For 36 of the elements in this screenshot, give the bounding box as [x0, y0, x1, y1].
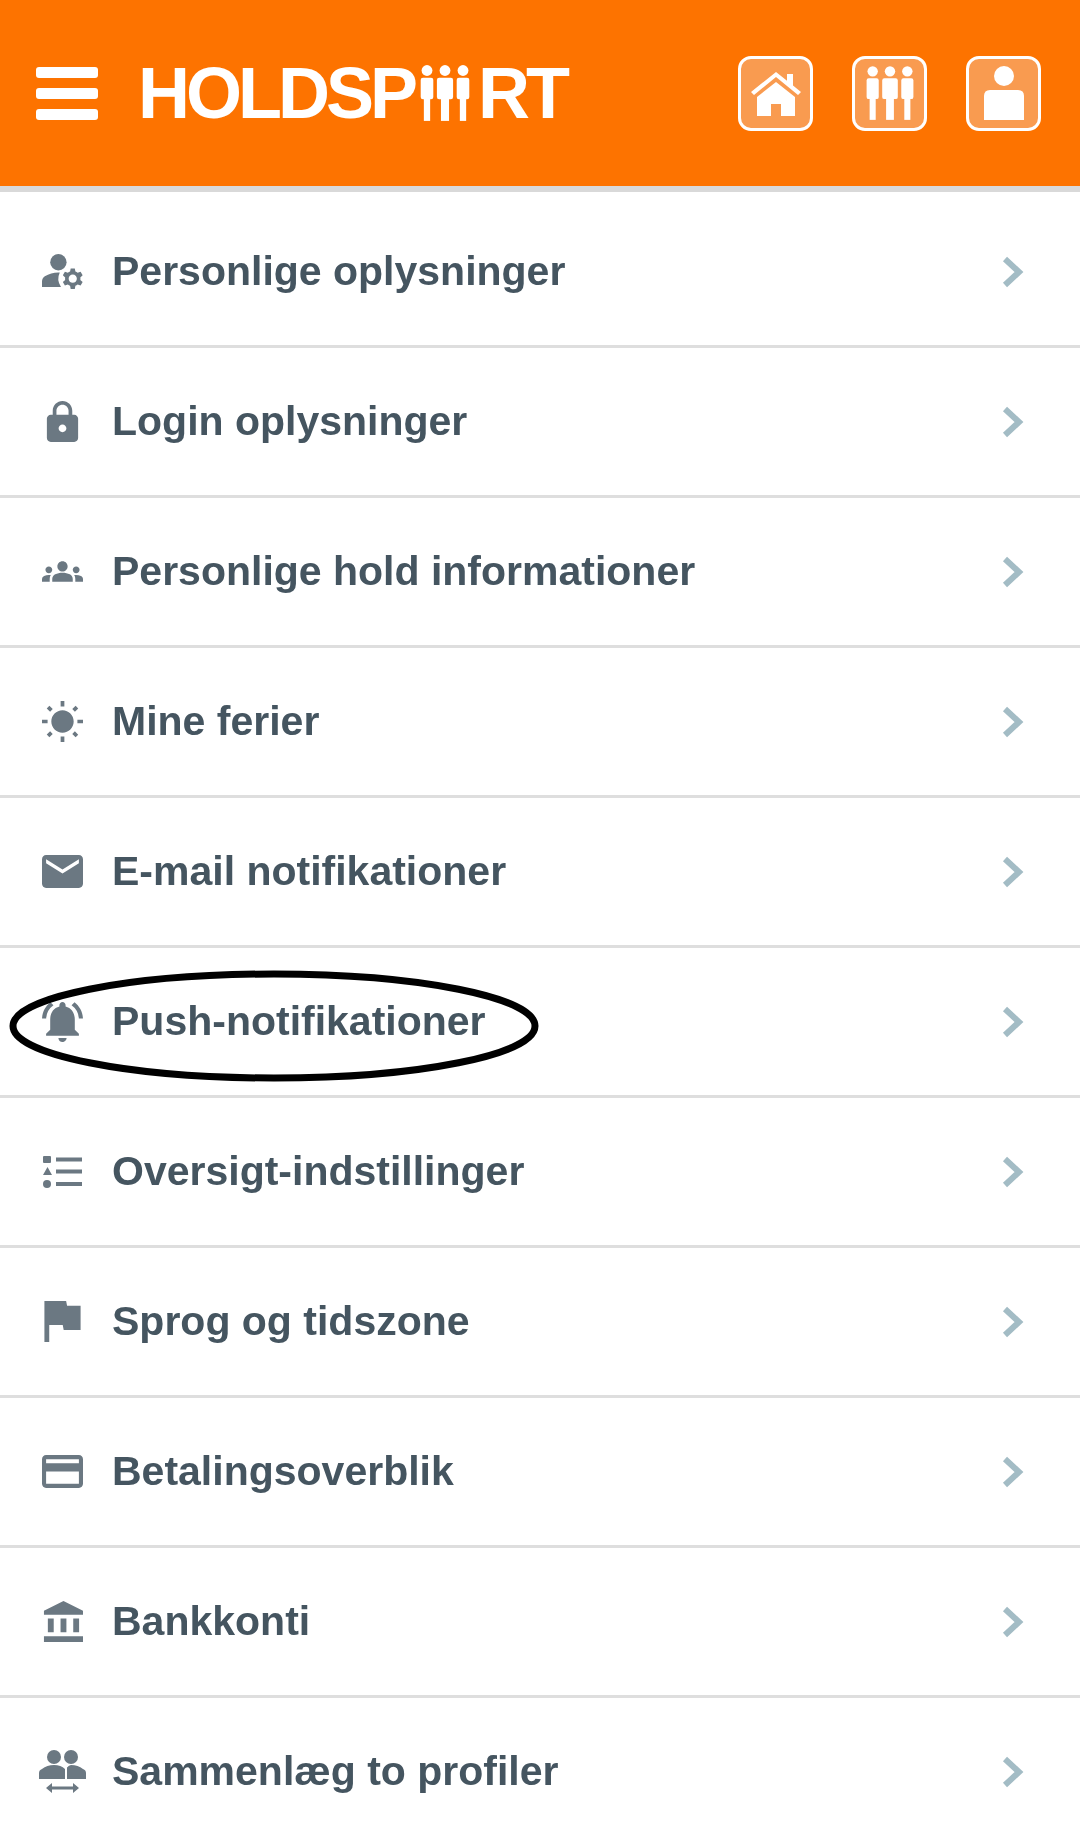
settings-menu-item[interactable]: Mine ferier	[0, 648, 1080, 798]
settings-menu-item[interactable]: Oversigt-indstillinger	[0, 1098, 1080, 1248]
chevron-right-icon	[1002, 705, 1024, 738]
person-gear-icon	[41, 251, 83, 292]
chevron-right-icon	[1002, 1005, 1024, 1038]
flag-icon	[41, 1301, 83, 1342]
chevron-right-icon	[1002, 855, 1024, 888]
chevron-right-icon	[1002, 405, 1024, 438]
chevron-right-icon	[1002, 255, 1024, 288]
settings-menu-item[interactable]: E-mail notifikationer	[0, 798, 1080, 948]
person-icon	[983, 66, 1024, 120]
settings-menu-item[interactable]: Personlige oplysninger	[0, 198, 1080, 348]
chevron-right-icon	[1002, 555, 1024, 588]
chevron-right-icon	[1002, 1755, 1024, 1788]
settings-menu-item[interactable]: Login oplysninger	[0, 348, 1080, 498]
home-button[interactable]	[738, 55, 813, 131]
bank-icon	[41, 1601, 83, 1642]
settings-menu-item[interactable]: Betalingsoverblik	[0, 1398, 1080, 1548]
list-icon	[42, 1155, 82, 1188]
settings-menu-item[interactable]: Bankkonti	[0, 1548, 1080, 1698]
profile-button[interactable]	[966, 55, 1041, 131]
settings-menu-item[interactable]: Push-notifikationer	[0, 948, 1080, 1098]
menu-icon[interactable]	[36, 66, 98, 120]
team-button[interactable]	[852, 55, 927, 131]
settings-menu-item[interactable]: Sammenlæg to profiler	[0, 1698, 1080, 1845]
people-arrows-icon	[38, 1748, 86, 1795]
settings-menu-item[interactable]: Personlige hold informationer	[0, 498, 1080, 648]
chevron-right-icon	[1002, 1305, 1024, 1338]
chevron-right-icon	[1002, 1605, 1024, 1638]
chevron-right-icon	[1002, 1455, 1024, 1488]
settings-menu-item[interactable]: Sprog og tidszone	[0, 1248, 1080, 1398]
logo-text: HOLDSP	[138, 57, 415, 129]
sun-icon	[41, 701, 83, 742]
chevron-right-icon	[1002, 1155, 1024, 1188]
bell-icon	[41, 1001, 83, 1042]
logo-text: RT	[478, 57, 566, 129]
